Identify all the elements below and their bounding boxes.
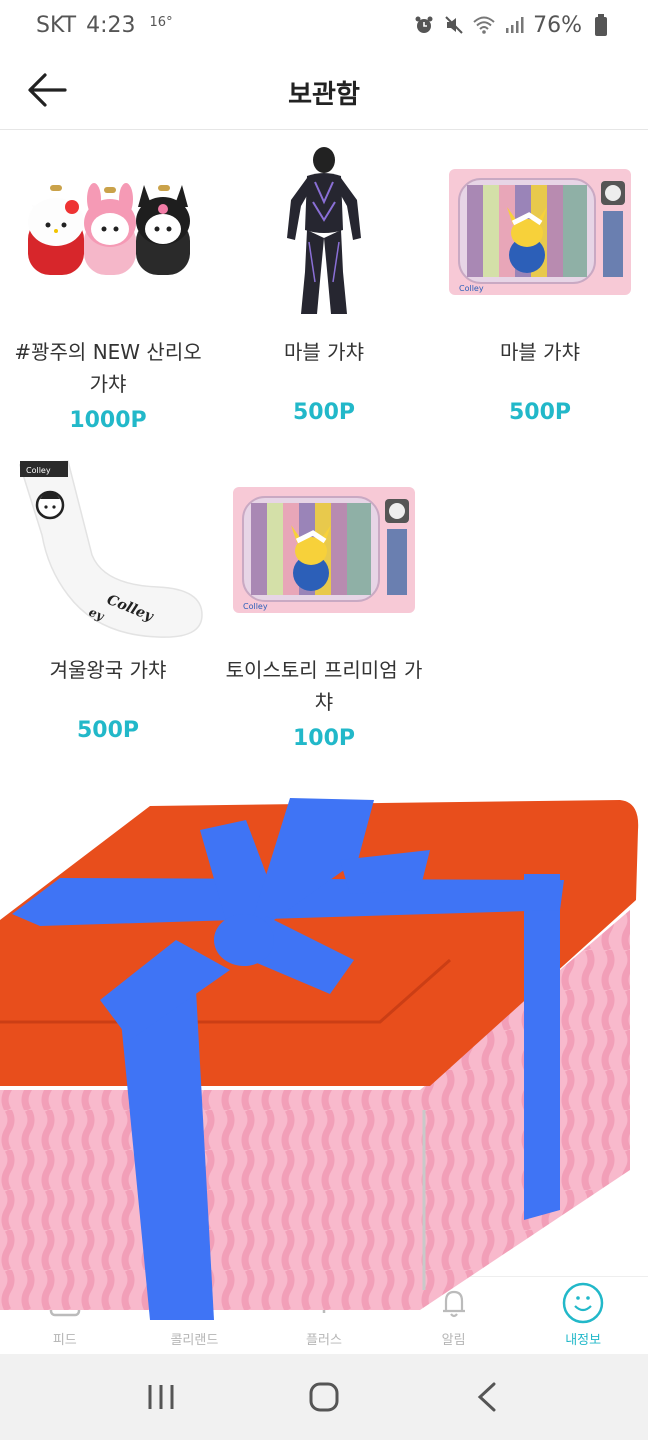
- page-title: 보관함: [288, 80, 360, 110]
- nav-label: 콜리랜드: [170, 1333, 219, 1348]
- black-panther-figure-image: [216, 132, 432, 332]
- clock: 4:23: [86, 12, 136, 38]
- item-card[interactable]: Colley 마블 가챠 500P: [432, 132, 648, 425]
- gift-box-icon: [0, 798, 639, 1320]
- back-chevron-icon: [477, 1382, 496, 1412]
- item-price: 1000P: [69, 408, 147, 433]
- colley-sock-image: Colley Colley ey: [0, 450, 216, 650]
- mute-icon: [443, 14, 465, 36]
- temperature: 16°: [149, 14, 173, 30]
- svg-text:Colley: Colley: [26, 466, 51, 475]
- nav-label: 내정보: [565, 1333, 602, 1348]
- item-name: #꽝주의 NEW 산리오 가챠: [14, 340, 202, 396]
- gift-box-overlay[interactable]: [0, 790, 648, 1330]
- recent-apps-icon: [148, 1385, 174, 1409]
- nav-label: 플러스: [306, 1333, 342, 1348]
- status-right: 76%: [413, 13, 612, 38]
- item-price: 500P: [508, 400, 572, 425]
- item-card[interactable]: Colley 토이스토리 프리미엄 가챠 100P: [216, 450, 432, 751]
- battery-percent: 76%: [533, 12, 582, 38]
- item-price: 500P: [76, 718, 140, 743]
- status-left: SKT 4:23 16°: [36, 13, 173, 38]
- retro-tv-pikachu-image: Colley: [432, 132, 648, 332]
- carrier-label: SKT: [36, 12, 77, 38]
- alarm-icon: [413, 14, 435, 36]
- retro-tv-pikachu-image: Colley: [216, 450, 432, 650]
- item-card[interactable]: 마블 가챠 500P: [216, 132, 432, 425]
- item-name: 마블 가챠: [284, 340, 364, 364]
- item-card[interactable]: #꽝주의 NEW 산리오 가챠 1000P: [0, 132, 216, 433]
- item-name: 겨울왕국 가챠: [49, 658, 167, 682]
- home-icon: [309, 1382, 339, 1412]
- svg-text:Colley: Colley: [459, 284, 484, 293]
- sanrio-plush-image: [0, 132, 216, 332]
- item-name: 토이스토리 프리미엄 가챠: [225, 658, 423, 714]
- svg-text:Colley: Colley: [243, 602, 268, 611]
- nav-label: 피드: [52, 1333, 77, 1348]
- item-name: 마블 가챠: [500, 340, 580, 364]
- nav-label: 알림: [441, 1333, 466, 1348]
- app-header: 보관함: [0, 50, 648, 130]
- system-nav-bar: [0, 1354, 648, 1440]
- wifi-icon: [473, 14, 495, 36]
- signal-icon: [503, 14, 525, 36]
- status-bar: SKT 4:23 16° 76%: [0, 0, 648, 50]
- item-card[interactable]: Colley Colley ey 겨울왕국 가챠 500P: [0, 450, 216, 743]
- system-back-button[interactable]: [457, 1367, 517, 1427]
- battery-icon: [590, 14, 612, 36]
- home-button[interactable]: [294, 1367, 354, 1427]
- recent-apps-button[interactable]: [131, 1367, 191, 1427]
- item-price: 500P: [292, 400, 356, 425]
- item-price: 100P: [292, 726, 356, 751]
